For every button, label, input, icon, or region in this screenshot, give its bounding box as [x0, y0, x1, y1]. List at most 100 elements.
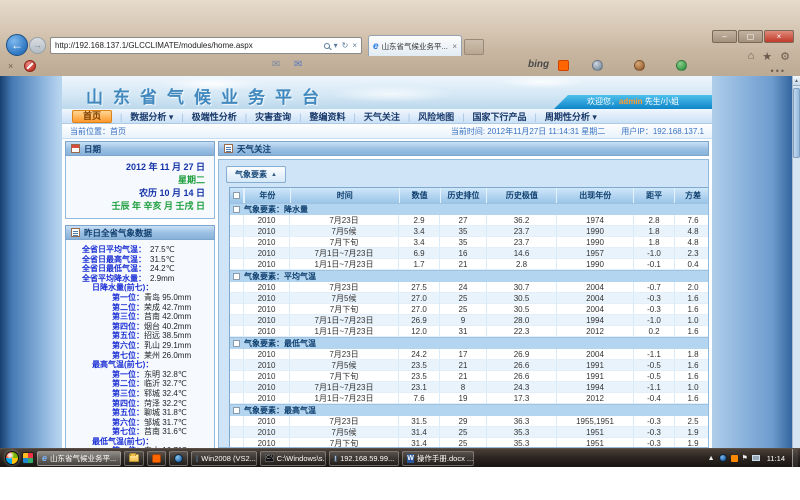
taskbar-ie-window[interactable]: e 山东省气候业务平... — [37, 451, 121, 466]
security-tray-icon[interactable] — [719, 454, 727, 462]
tab-title[interactable]: 山东省气候业务平... — [382, 41, 450, 52]
table-cell: 28.0 — [487, 315, 557, 325]
element-filter-button[interactable]: 气象要素 ▲ — [226, 166, 286, 183]
maximize-button[interactable]: ▢ — [738, 30, 763, 43]
header-checkbox-cell — [230, 188, 244, 203]
taskbar-explorer-button[interactable] — [124, 451, 144, 466]
nav-item[interactable]: 天气关注 — [345, 110, 399, 123]
group-header-row: 气象要素：最高气温 — [230, 404, 709, 416]
windows-start-button[interactable] — [5, 451, 19, 465]
nav-item[interactable]: 周期性分析 ▾ — [527, 110, 597, 123]
forward-button[interactable]: → — [29, 37, 46, 54]
blocked-content-icon[interactable] — [24, 60, 36, 72]
address-bar[interactable]: http://192.168.137.1/GLCCLIMATE/modules/… — [50, 37, 362, 54]
nav-item[interactable]: 极端性分析 — [173, 110, 236, 123]
orange-app-icon[interactable] — [558, 60, 569, 71]
table-cell: 2010 — [244, 215, 290, 225]
table-cell: 4.8 — [675, 226, 709, 236]
search-icon[interactable] — [324, 43, 330, 49]
bing-logo[interactable]: bing — [528, 59, 549, 70]
taskbar-window-remote[interactable]: 192.168.59.99... — [329, 451, 399, 466]
table-cell: 2010 — [244, 416, 290, 426]
group-checkbox[interactable] — [233, 340, 240, 347]
orange-app-icon — [152, 454, 161, 463]
taskbar-orange-app-button[interactable] — [147, 451, 166, 466]
table-cell: 1951 — [557, 438, 634, 448]
plugin-icon[interactable] — [676, 60, 687, 71]
taskbar-window-cmd[interactable]: C:\ C:\Windows\s... — [260, 451, 326, 466]
table-cell: 1.9 — [675, 438, 709, 448]
date-line: 壬辰 年 辛亥 月 壬戌 日 — [70, 200, 205, 213]
table-row: 20107月5候31.42535.31951-0.31.9 — [230, 427, 709, 438]
weather-value: 青岛 95.0mm — [144, 293, 191, 303]
more-dots-icon[interactable]: ••• — [771, 66, 786, 76]
status-right: 当前时间: 2012年11月27日 11:14:31 星期二 用户IP：192.… — [451, 126, 704, 137]
table-cell: 1月1日~7月23日 — [290, 393, 399, 403]
select-all-checkbox[interactable] — [233, 192, 240, 199]
vertical-scrollbar[interactable]: ▲ — [792, 76, 800, 448]
table-cell: 2010 — [244, 393, 290, 403]
table-cell: 1.8 — [634, 226, 675, 236]
table-cell: 2010 — [244, 427, 290, 437]
group-checkbox[interactable] — [233, 206, 240, 213]
hidden-icons-arrow[interactable]: ▲ — [708, 455, 715, 462]
weather-label: 日降水量(前七)： — [92, 283, 153, 293]
camera-icon[interactable] — [592, 60, 603, 71]
table-cell: -0.3 — [634, 293, 675, 303]
new-tab-button[interactable] — [464, 39, 484, 55]
nav-item-list: 数据分析 ▾极端性分析灾害查询整编资料天气关注风险地图国家下行产品周期性分析 ▾ — [112, 110, 597, 123]
table-cell: -0.3 — [634, 427, 675, 437]
nav-item[interactable]: 灾害查询 — [237, 110, 291, 123]
scrollbar-thumb[interactable] — [793, 88, 800, 158]
remote-desktop-icon — [334, 455, 337, 462]
weather-label: 全省日最低气温： — [82, 264, 150, 274]
table-cell: 35.3 — [487, 427, 557, 437]
favorites-star-icon[interactable]: ★ — [762, 50, 772, 63]
table-row: 20107月23日31.52936.31955,1951-0.32.5 — [230, 416, 709, 427]
table-cell: 1957 — [557, 248, 634, 258]
network-tray-icon[interactable] — [752, 455, 760, 461]
close-button[interactable]: × — [764, 30, 794, 43]
action-center-flag-icon[interactable]: ⚑ — [742, 454, 748, 462]
group-checkbox[interactable] — [233, 407, 240, 414]
taskbar-window-word[interactable]: W 操作手册.docx ... — [402, 451, 474, 466]
toolbar-close-icon[interactable]: × — [8, 61, 13, 71]
nav-item-home[interactable]: 首页 — [72, 110, 112, 123]
nav-item[interactable]: 数据分析 ▾ — [112, 110, 173, 123]
taskbar-clock[interactable]: 11:14 — [767, 454, 785, 463]
nav-item[interactable]: 整编资料 — [291, 110, 345, 123]
table-cell: 2010 — [244, 315, 290, 325]
tab-close-icon[interactable]: × — [452, 42, 457, 51]
minimize-button[interactable]: – — [712, 30, 737, 43]
browser-tab[interactable]: e 山东省气候业务平... × — [368, 35, 462, 56]
weather-line: 全省平均降水量： 2.9mm — [68, 274, 212, 284]
url-text[interactable]: http://192.168.137.1/GLCCLIMATE/modules/… — [55, 41, 320, 50]
back-button[interactable]: ← — [6, 34, 28, 56]
stop-icon[interactable]: × — [352, 38, 357, 53]
taskbar-window-vm[interactable]: Win2008 (VS2... — [191, 451, 257, 466]
messenger-tray-icon[interactable] — [731, 455, 738, 462]
send-mail-icon[interactable]: ✉ — [294, 59, 302, 70]
show-desktop-button[interactable] — [792, 449, 798, 468]
quick-launch-icon[interactable] — [22, 452, 34, 464]
nav-item[interactable]: 风险地图 — [400, 110, 454, 123]
gear-icon[interactable]: ⚙ — [780, 50, 790, 63]
scroll-up-arrow-icon[interactable]: ▲ — [793, 76, 800, 86]
weather-line: 第七位： 莒南 31.6℃ — [68, 427, 212, 437]
refresh-icon[interactable]: ↻ — [342, 38, 349, 53]
paw-icon[interactable] — [634, 60, 645, 71]
row-spacer-cell — [230, 371, 244, 381]
table-row: 20107月1日~7月23日26.9928.01994-1.01.0 — [230, 315, 709, 326]
group-checkbox[interactable] — [233, 273, 240, 280]
taskbar-media-player-button[interactable] — [169, 451, 188, 466]
home-icon[interactable]: ⌂ — [748, 50, 755, 63]
table-cell: 2010 — [244, 349, 290, 359]
table-cell: 7月23日 — [290, 282, 399, 292]
nav-item[interactable]: 国家下行产品 — [454, 110, 526, 123]
table-cell: 7月5候 — [290, 226, 399, 236]
table-cell: -0.5 — [634, 360, 675, 370]
autocomplete-dropdown-icon[interactable]: ▾ — [334, 38, 338, 53]
table-cell: 27 — [440, 215, 487, 225]
mail-icon[interactable]: ✉ — [272, 59, 280, 70]
weather-line: 第一位： 青岛 95.0mm — [68, 293, 212, 303]
